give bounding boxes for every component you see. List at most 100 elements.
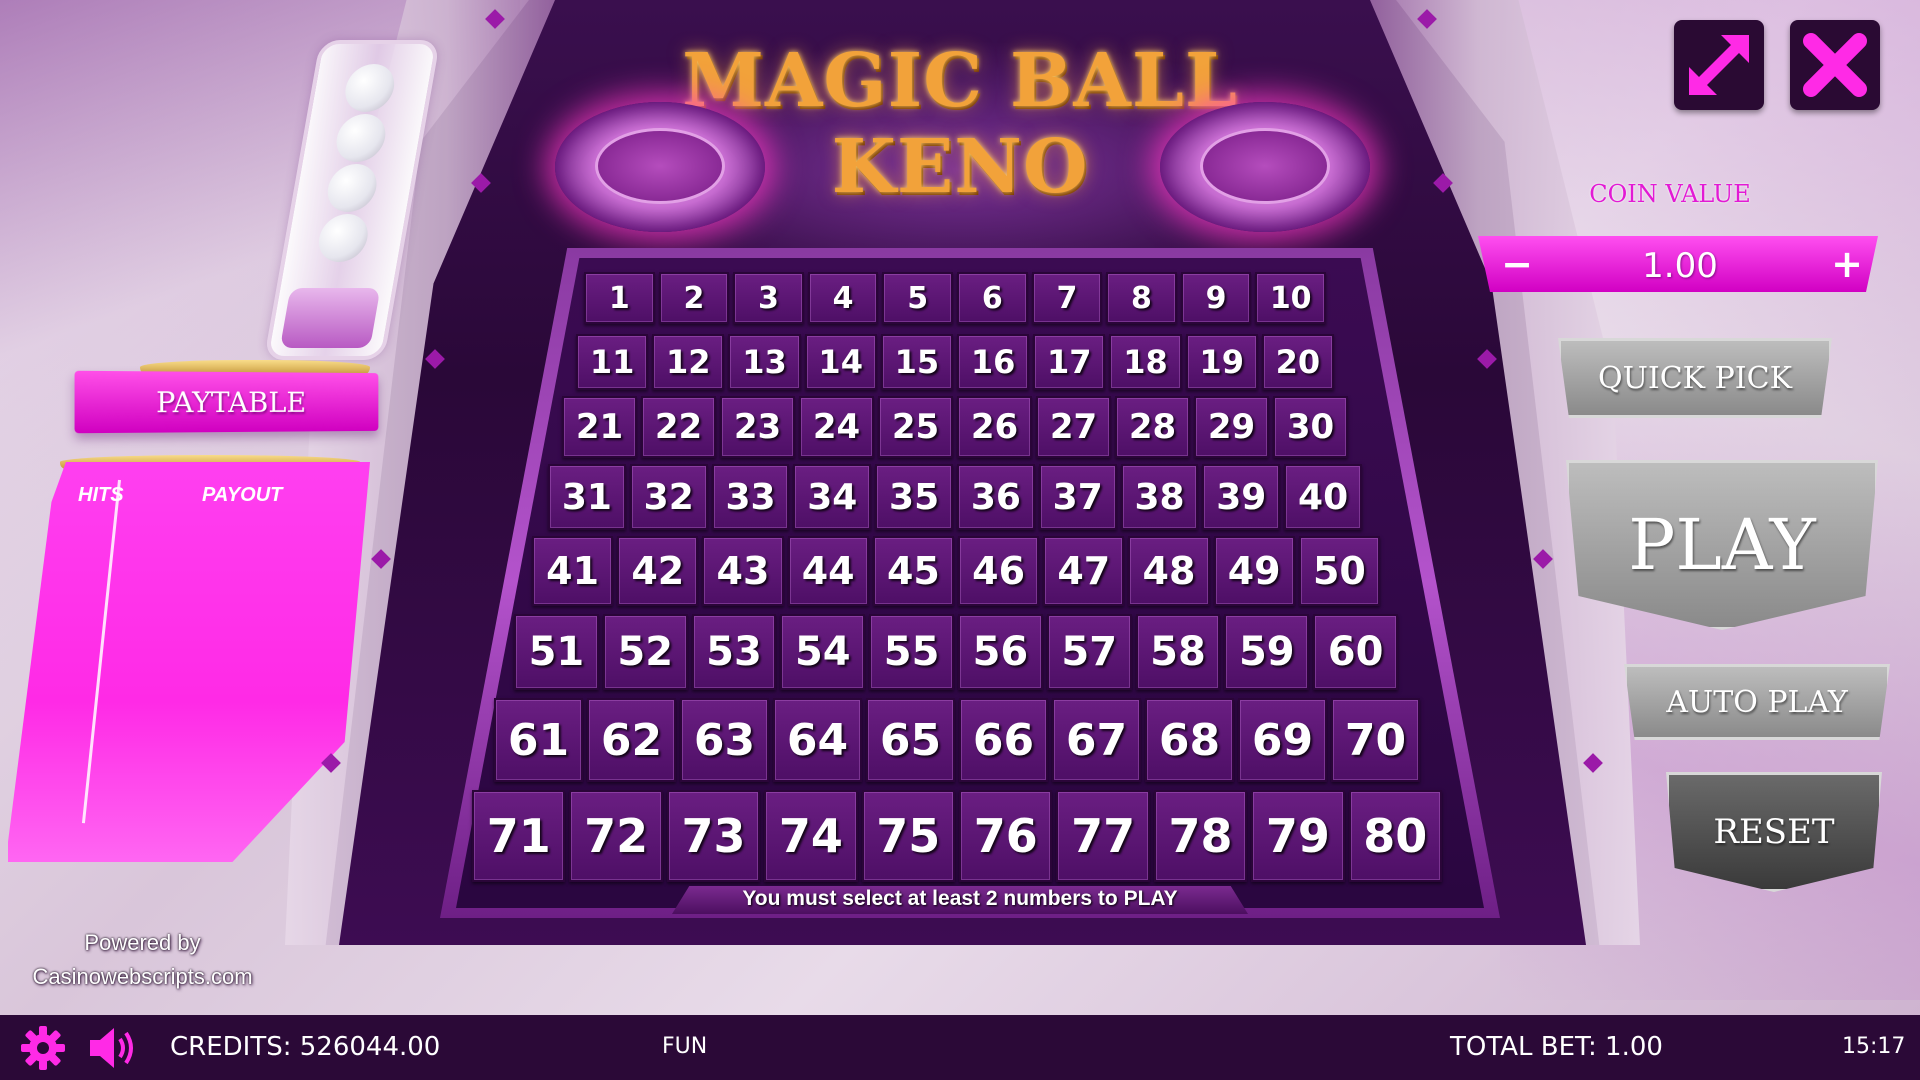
keno-number-cell[interactable]: 63 bbox=[680, 698, 769, 782]
clock: 15:17 bbox=[1842, 1034, 1906, 1059]
keno-number-cell[interactable]: 39 bbox=[1202, 464, 1281, 530]
keno-number-cell[interactable]: 44 bbox=[787, 536, 869, 606]
keno-number-cell[interactable]: 11 bbox=[576, 334, 649, 390]
close-icon bbox=[1803, 33, 1867, 97]
keno-number-cell[interactable]: 46 bbox=[958, 536, 1040, 606]
tube-ball bbox=[332, 114, 390, 162]
keno-number-cell[interactable]: 64 bbox=[773, 698, 862, 782]
keno-number-cell[interactable]: 24 bbox=[799, 396, 874, 458]
keno-number-cell[interactable]: 34 bbox=[793, 464, 872, 530]
keno-number-cell[interactable]: 49 bbox=[1213, 536, 1295, 606]
keno-number-cell[interactable]: 16 bbox=[957, 334, 1030, 390]
game-title-line1: MAGIC BALL bbox=[682, 38, 1238, 124]
keno-number-cell[interactable]: 60 bbox=[1313, 614, 1398, 690]
keno-number-cell[interactable]: 80 bbox=[1348, 790, 1442, 882]
keno-number-cell[interactable]: 68 bbox=[1145, 698, 1234, 782]
keno-number-cell[interactable]: 13 bbox=[728, 334, 801, 390]
keno-number-cell[interactable]: 26 bbox=[957, 396, 1032, 458]
keno-number-cell[interactable]: 18 bbox=[1109, 334, 1182, 390]
auto-play-button[interactable]: AUTO PLAY bbox=[1624, 664, 1890, 740]
keno-number-cell[interactable]: 76 bbox=[959, 790, 1053, 882]
keno-number-cell[interactable]: 10 bbox=[1255, 272, 1326, 324]
keno-number-cell[interactable]: 21 bbox=[562, 396, 637, 458]
sound-button[interactable] bbox=[88, 1025, 138, 1071]
keno-number-cell[interactable]: 43 bbox=[702, 536, 784, 606]
keno-number-cell[interactable]: 1 bbox=[584, 272, 655, 324]
keno-number-cell[interactable]: 29 bbox=[1194, 396, 1269, 458]
keno-number-cell[interactable]: 15 bbox=[880, 334, 953, 390]
keno-number-cell[interactable]: 51 bbox=[514, 614, 599, 690]
keno-number-cell[interactable]: 28 bbox=[1115, 396, 1190, 458]
coin-increase-button[interactable]: + bbox=[1822, 236, 1872, 292]
keno-number-cell[interactable]: 52 bbox=[602, 614, 688, 690]
keno-number-cell[interactable]: 56 bbox=[958, 614, 1043, 690]
keno-number-cell[interactable]: 14 bbox=[804, 334, 877, 390]
keno-number-cell[interactable]: 57 bbox=[1046, 614, 1132, 690]
keno-number-cell[interactable]: 62 bbox=[587, 698, 676, 782]
keno-number-cell[interactable]: 3 bbox=[733, 272, 804, 324]
keno-number-cell[interactable]: 72 bbox=[569, 790, 663, 882]
keno-number-cell[interactable]: 20 bbox=[1261, 334, 1334, 390]
keno-number-cell[interactable]: 22 bbox=[641, 396, 716, 458]
keno-number-cell[interactable]: 25 bbox=[878, 396, 953, 458]
keno-number-cell[interactable]: 32 bbox=[629, 464, 708, 530]
keno-number-cell[interactable]: 61 bbox=[494, 698, 583, 782]
keno-number-cell[interactable]: 9 bbox=[1180, 272, 1252, 324]
keno-number-cell[interactable]: 65 bbox=[866, 698, 955, 782]
keno-number-cell[interactable]: 58 bbox=[1135, 614, 1221, 690]
keno-number-cell[interactable]: 79 bbox=[1251, 790, 1345, 882]
keno-number-cell[interactable]: 45 bbox=[872, 536, 954, 606]
keno-number-cell[interactable]: 78 bbox=[1153, 790, 1248, 882]
coin-value-label: COIN VALUE bbox=[1589, 180, 1751, 208]
keno-number-cell[interactable]: 19 bbox=[1185, 334, 1258, 390]
keno-number-cell[interactable]: 17 bbox=[1033, 334, 1106, 390]
powered-by-site[interactable]: Casinowebscripts.com bbox=[20, 960, 265, 994]
keno-number-cell[interactable]: 71 bbox=[472, 790, 566, 882]
keno-number-cell[interactable]: 33 bbox=[711, 464, 790, 530]
keno-number-cell[interactable]: 59 bbox=[1224, 614, 1310, 690]
keno-number-cell[interactable]: 75 bbox=[861, 790, 955, 882]
keno-number-cell[interactable]: 37 bbox=[1038, 464, 1117, 530]
quick-pick-button[interactable]: QUICK PICK bbox=[1558, 338, 1832, 418]
speaker-icon bbox=[90, 1028, 133, 1068]
ring-hole bbox=[595, 128, 725, 204]
close-button[interactable] bbox=[1790, 20, 1880, 110]
keno-number-cell[interactable]: 73 bbox=[666, 790, 761, 882]
keno-number-cell[interactable]: 12 bbox=[652, 334, 725, 390]
keno-number-cell[interactable]: 50 bbox=[1298, 536, 1380, 606]
settings-button[interactable] bbox=[20, 1025, 66, 1071]
keno-number-cell[interactable]: 54 bbox=[780, 614, 866, 690]
keno-number-cell[interactable]: 4 bbox=[807, 272, 879, 324]
keno-number-cell[interactable]: 2 bbox=[658, 272, 730, 324]
keno-number-cell[interactable]: 74 bbox=[764, 790, 858, 882]
keno-number-cell[interactable]: 67 bbox=[1052, 698, 1141, 782]
keno-number-cell[interactable]: 66 bbox=[959, 698, 1048, 782]
ball-drop-ring-right bbox=[1160, 102, 1370, 232]
keno-number-cell[interactable]: 6 bbox=[957, 272, 1028, 324]
keno-number-cell[interactable]: 30 bbox=[1273, 396, 1348, 458]
coin-value-display: 1.00 bbox=[1642, 246, 1718, 286]
keno-number-cell[interactable]: 48 bbox=[1128, 536, 1210, 606]
keno-number-cell[interactable]: 70 bbox=[1331, 698, 1420, 782]
keno-number-cell[interactable]: 69 bbox=[1238, 698, 1327, 782]
credits-display: CREDITS: 526044.00 bbox=[170, 1032, 441, 1062]
keno-number-cell[interactable]: 38 bbox=[1120, 464, 1199, 530]
coin-decrease-button[interactable]: − bbox=[1492, 236, 1542, 292]
keno-number-cell[interactable]: 42 bbox=[617, 536, 699, 606]
keno-number-cell[interactable]: 31 bbox=[548, 464, 626, 530]
keno-number-cell[interactable]: 55 bbox=[869, 614, 954, 690]
keno-number-cell[interactable]: 47 bbox=[1043, 536, 1125, 606]
keno-number-cell[interactable]: 23 bbox=[720, 396, 795, 458]
keno-number-cell[interactable]: 8 bbox=[1106, 272, 1177, 324]
keno-number-cell[interactable]: 5 bbox=[882, 272, 953, 324]
keno-number-cell[interactable]: 77 bbox=[1056, 790, 1150, 882]
keno-number-cell[interactable]: 40 bbox=[1284, 464, 1362, 530]
fullscreen-button[interactable] bbox=[1674, 20, 1764, 110]
paytable-payout-header: PAYOUT bbox=[202, 484, 283, 506]
keno-number-cell[interactable]: 35 bbox=[875, 464, 953, 530]
keno-number-cell[interactable]: 41 bbox=[532, 536, 614, 606]
keno-number-cell[interactable]: 53 bbox=[691, 614, 777, 690]
keno-number-cell[interactable]: 27 bbox=[1036, 396, 1111, 458]
keno-number-cell[interactable]: 36 bbox=[957, 464, 1035, 530]
keno-number-cell[interactable]: 7 bbox=[1031, 272, 1103, 324]
